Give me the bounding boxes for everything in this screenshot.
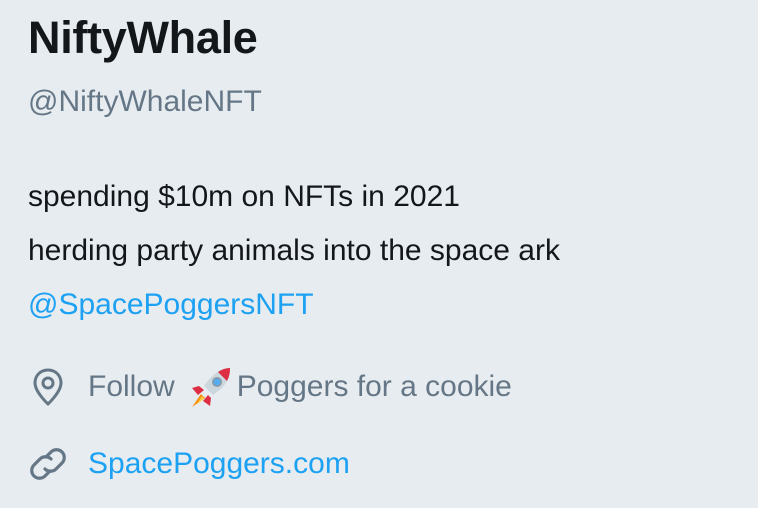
link-icon bbox=[28, 444, 68, 484]
rocket-emoji-icon bbox=[189, 364, 235, 410]
location-text-before: Follow bbox=[88, 370, 175, 403]
display-name: NiftyWhale bbox=[28, 12, 258, 63]
bio-mention-link[interactable]: @SpacePoggersNFT bbox=[28, 278, 560, 332]
bio-line-2: herding party animals into the space ark bbox=[28, 234, 560, 267]
location-text-after: Poggers for a cookie bbox=[236, 370, 512, 403]
profile-website: SpacePoggers.com bbox=[28, 444, 350, 484]
bio-line-1: spending $10m on NFTs in 2021 bbox=[28, 180, 460, 213]
profile-handle: @NiftyWhaleNFT bbox=[28, 85, 262, 118]
website-link[interactable]: SpacePoggers.com bbox=[88, 444, 350, 484]
profile-location: Follow Poggers for a cookie bbox=[28, 364, 512, 410]
location-pin-icon bbox=[28, 367, 68, 407]
profile-bio: spending $10m on NFTs in 2021 herding pa… bbox=[28, 170, 560, 332]
